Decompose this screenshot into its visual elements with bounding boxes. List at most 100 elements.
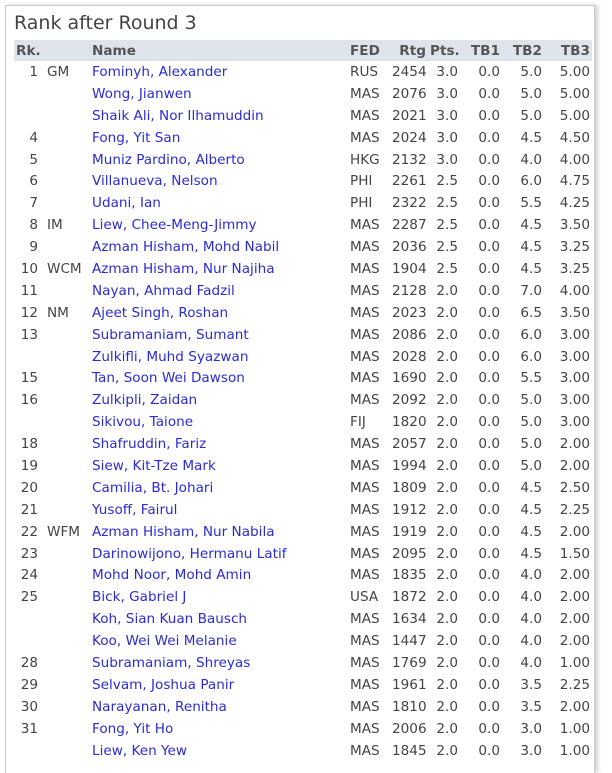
cell-fed: MAS — [350, 217, 380, 234]
player-name-link[interactable]: Azman Hisham, Nur Najiha — [90, 258, 348, 280]
player-name-link[interactable]: Darinowijono, Hermanu Latif — [90, 543, 348, 565]
player-name-link[interactable]: Fong, Yit Ho — [90, 718, 348, 740]
cell-pts: 2.0 — [436, 720, 458, 737]
cell-rank — [14, 411, 42, 433]
cell-tb3: 3.00 — [559, 326, 590, 343]
cell-pts: 2.0 — [436, 676, 458, 693]
player-name-link[interactable]: Zulkifli, Muhd Syazwan — [90, 346, 348, 368]
cell-pts: 2.5 — [436, 217, 458, 234]
table-row: 19 Siew, Kit-Tze Mark MAS 1994 2.0 0.0 5.0 2.00 — [14, 455, 592, 477]
cell-tb1: 0.0 — [478, 523, 500, 540]
cell-pts: 2.0 — [436, 589, 458, 606]
player-name-link[interactable]: Liew, Chee-Meng-Jimmy — [90, 214, 348, 236]
cell-title — [42, 149, 90, 171]
col-header-rtg: Rtg — [399, 42, 426, 59]
cell-title — [42, 389, 90, 411]
player-name-link[interactable]: Fominyh, Alexander — [90, 61, 348, 83]
table-row: 16 Zulkipli, Zaidan MAS 2092 2.0 0.0 5.0 3.00 — [14, 389, 592, 411]
cell-pts: 2.0 — [436, 633, 458, 650]
cell-title — [42, 477, 90, 499]
cell-tb3: 3.50 — [559, 304, 590, 321]
cell-tb3: 2.25 — [559, 501, 590, 518]
player-name-link[interactable]: Subramaniam, Shreyas — [90, 652, 348, 674]
cell-tb2: 4.5 — [520, 545, 542, 562]
player-name-link[interactable]: Azman Hisham, Mohd Nabil — [90, 236, 348, 258]
player-name-link[interactable]: Tan, Soon Wei Dawson — [90, 367, 348, 389]
player-name-link[interactable]: Zulkipli, Zaidan — [90, 389, 348, 411]
player-name-link[interactable]: Narayanan, Renitha — [90, 696, 348, 718]
player-name-link[interactable]: Koh, Sian Kuan Bausch — [90, 608, 348, 630]
cell-tb2: 3.0 — [520, 742, 542, 759]
player-name-link[interactable]: Udani, Ian — [90, 192, 348, 214]
player-name-link[interactable]: Yusoff, Fairul — [90, 499, 348, 521]
cell-title: GM — [47, 63, 70, 80]
cell-rtg: 1447 — [392, 633, 427, 650]
cell-rank — [14, 740, 42, 762]
player-name-link[interactable]: Siew, Kit-Tze Mark — [90, 455, 348, 477]
player-name-link[interactable]: Mohd Noor, Mohd Amin — [90, 564, 348, 586]
cell-pts: 3.0 — [436, 85, 458, 102]
player-name-link[interactable]: Nayan, Ahmad Fadzil — [90, 280, 348, 302]
table-row: 25 Bick, Gabriel J USA 1872 2.0 0.0 4.0 2.00 — [14, 586, 592, 608]
cell-tb3: 4.50 — [559, 129, 590, 146]
cell-fed: MAS — [350, 348, 380, 365]
cell-fed: MAS — [350, 239, 380, 256]
player-name-link[interactable]: Liew, Ken Yew — [90, 740, 348, 762]
player-name-link[interactable]: Koo, Wei Wei Melanie — [90, 630, 348, 652]
cell-rank: 28 — [20, 654, 38, 671]
cell-tb2: 4.5 — [520, 239, 542, 256]
cell-rank: 7 — [29, 195, 38, 212]
player-name-link[interactable]: Selvam, Joshua Panir — [90, 674, 348, 696]
player-name-link[interactable]: Azman Hisham, Nur Nabila — [90, 521, 348, 543]
cell-fed: MAS — [350, 523, 380, 540]
cell-tb3: 1.00 — [559, 720, 590, 737]
table-row: 18 Shafruddin, Fariz MAS 2057 2.0 0.0 5.0 2.00 — [14, 433, 592, 455]
cell-fed: MAS — [350, 107, 380, 124]
player-name-link[interactable]: Shaik Ali, Nor Ilhamuddin — [90, 105, 348, 127]
cell-tb3: 5.00 — [559, 107, 590, 124]
player-name-link[interactable]: Shafruddin, Fariz — [90, 433, 348, 455]
player-name-link[interactable]: Bick, Gabriel J — [90, 586, 348, 608]
cell-title — [42, 740, 90, 762]
cell-rtg: 1994 — [392, 457, 427, 474]
cell-title — [42, 718, 90, 740]
cell-fed: MAS — [350, 720, 380, 737]
player-name-link[interactable]: Wong, Jianwen — [90, 83, 348, 105]
cell-title: IM — [47, 217, 63, 234]
table-row: 12 NM Ajeet Singh, Roshan MAS 2023 2.0 0.0 6.5 3… — [14, 302, 592, 324]
cell-tb3: 3.00 — [559, 392, 590, 409]
cell-rank: 12 — [20, 304, 38, 321]
cell-pts: 2.0 — [436, 523, 458, 540]
cell-pts: 2.0 — [436, 501, 458, 518]
cell-rtg: 1810 — [392, 698, 427, 715]
cell-fed: MAS — [350, 501, 380, 518]
cell-fed: MAS — [350, 436, 380, 453]
cell-title — [42, 543, 90, 565]
player-name-link[interactable]: Sikivou, Taione — [90, 411, 348, 433]
player-name-link[interactable]: Villanueva, Nelson — [90, 170, 348, 192]
cell-tb3: 2.00 — [559, 698, 590, 715]
player-name-link[interactable]: Ajeet Singh, Roshan — [90, 302, 348, 324]
player-name-link[interactable]: Muniz Pardino, Alberto — [90, 149, 348, 171]
cell-title: WCM — [47, 260, 82, 277]
cell-tb1: 0.0 — [478, 654, 500, 671]
player-name-link[interactable]: Subramaniam, Sumant — [90, 324, 348, 346]
cell-tb3: 3.25 — [559, 239, 590, 256]
player-name-link[interactable]: Fong, Yit San — [90, 127, 348, 149]
player-name-link[interactable]: Camilia, Bt. Johari — [90, 477, 348, 499]
cell-tb1: 0.0 — [478, 129, 500, 146]
table-row: 28 Subramaniam, Shreyas MAS 1769 2.0 0.0 4.0 1.… — [14, 652, 592, 674]
cell-tb2: 5.5 — [520, 195, 542, 212]
cell-tb1: 0.0 — [478, 392, 500, 409]
cell-rtg: 2036 — [392, 239, 427, 256]
cell-rtg: 2092 — [392, 392, 427, 409]
cell-tb2: 4.5 — [520, 217, 542, 234]
cell-tb3: 4.75 — [559, 173, 590, 190]
cell-title — [42, 324, 90, 346]
cell-tb2: 5.0 — [520, 414, 542, 431]
col-header-pts: Pts. — [430, 42, 460, 59]
cell-rank: 23 — [20, 545, 38, 562]
cell-rank: 8 — [29, 217, 38, 234]
cell-rank: 11 — [20, 282, 38, 299]
table-row: 6 Villanueva, Nelson PHI 2261 2.5 0.0 6.0 4.75 — [14, 170, 592, 192]
